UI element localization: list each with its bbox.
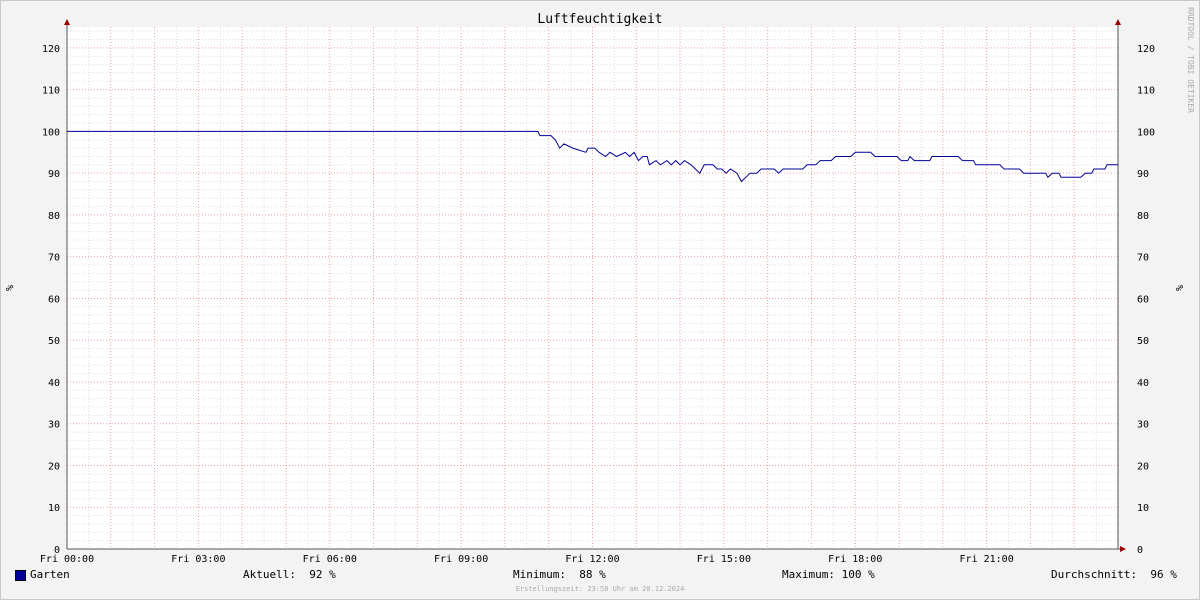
x-tick-label: Fri 09:00 — [434, 554, 488, 565]
y-tick-label-right: 80 — [1137, 211, 1149, 222]
x-tick-label: Fri 18:00 — [828, 554, 882, 565]
y-tick-label-right: 100 — [1137, 127, 1155, 138]
y-tick-label-right: 10 — [1137, 503, 1149, 514]
y-tick-label-left: 50 — [48, 336, 60, 347]
x-tick-label: Fri 21:00 — [960, 554, 1014, 565]
chart-title: Luftfeuchtigkeit — [537, 12, 662, 27]
y-tick-label-right: 70 — [1137, 253, 1149, 264]
x-tick-label: Fri 03:00 — [171, 554, 225, 565]
y-tick-label-left: 40 — [48, 378, 60, 389]
y-tick-label-left: 20 — [48, 461, 60, 472]
legend-swatch — [15, 570, 26, 581]
y-tick-label-right: 90 — [1137, 169, 1149, 180]
x-tick-label: Fri 12:00 — [565, 554, 619, 565]
y-tick-label-left: 70 — [48, 253, 60, 264]
stat-minimum: Minimum: 88 % — [513, 568, 606, 581]
y-tick-label-left: 60 — [48, 294, 60, 305]
y-tick-label-right: 40 — [1137, 378, 1149, 389]
stat-maximum: Maximum: 100 % — [782, 568, 875, 581]
y-tick-label-right: 50 — [1137, 336, 1149, 347]
y-tick-label-left: 80 — [48, 211, 60, 222]
y-tick-label-right: 30 — [1137, 420, 1149, 431]
y-tick-label-left: 10 — [48, 503, 60, 514]
y-tick-label-left: 90 — [48, 169, 60, 180]
legend-series-name: Garten — [30, 568, 70, 581]
y-tick-label-left: 120 — [42, 44, 60, 55]
y-tick-label-right: 20 — [1137, 461, 1149, 472]
y-tick-label-left: 30 — [48, 420, 60, 431]
stat-average: Durchschnitt: 96 % — [1051, 568, 1177, 581]
y-tick-label-left: 100 — [42, 127, 60, 138]
x-tick-label: Fri 06:00 — [303, 554, 357, 565]
y-tick-label-left: 110 — [42, 86, 60, 97]
y-tick-label-right: 120 — [1137, 44, 1155, 55]
legend-row: Garten Aktuell: 92 % Minimum: 88 % Maxim… — [0, 566, 1200, 584]
y-tick-label-right: 0 — [1137, 545, 1143, 556]
x-tick-label: Fri 15:00 — [697, 554, 751, 565]
x-tick-label: Fri 00:00 — [40, 554, 94, 565]
humidity-chart: 0102030405060708090100110120 01020304050… — [0, 0, 1200, 600]
y-axis-label-left: % — [5, 285, 16, 291]
rrdtool-watermark: RRDTOOL / TOBI OETIKER — [1186, 7, 1195, 113]
creation-time-footer: Erstellungszeit: 23:58 Uhr am 20.12.2024 — [515, 585, 685, 593]
stat-current: Aktuell: 92 % — [243, 568, 336, 581]
y-axis-label-right: % — [1175, 285, 1186, 291]
y-tick-label-right: 110 — [1137, 86, 1155, 97]
y-tick-label-right: 60 — [1137, 294, 1149, 305]
